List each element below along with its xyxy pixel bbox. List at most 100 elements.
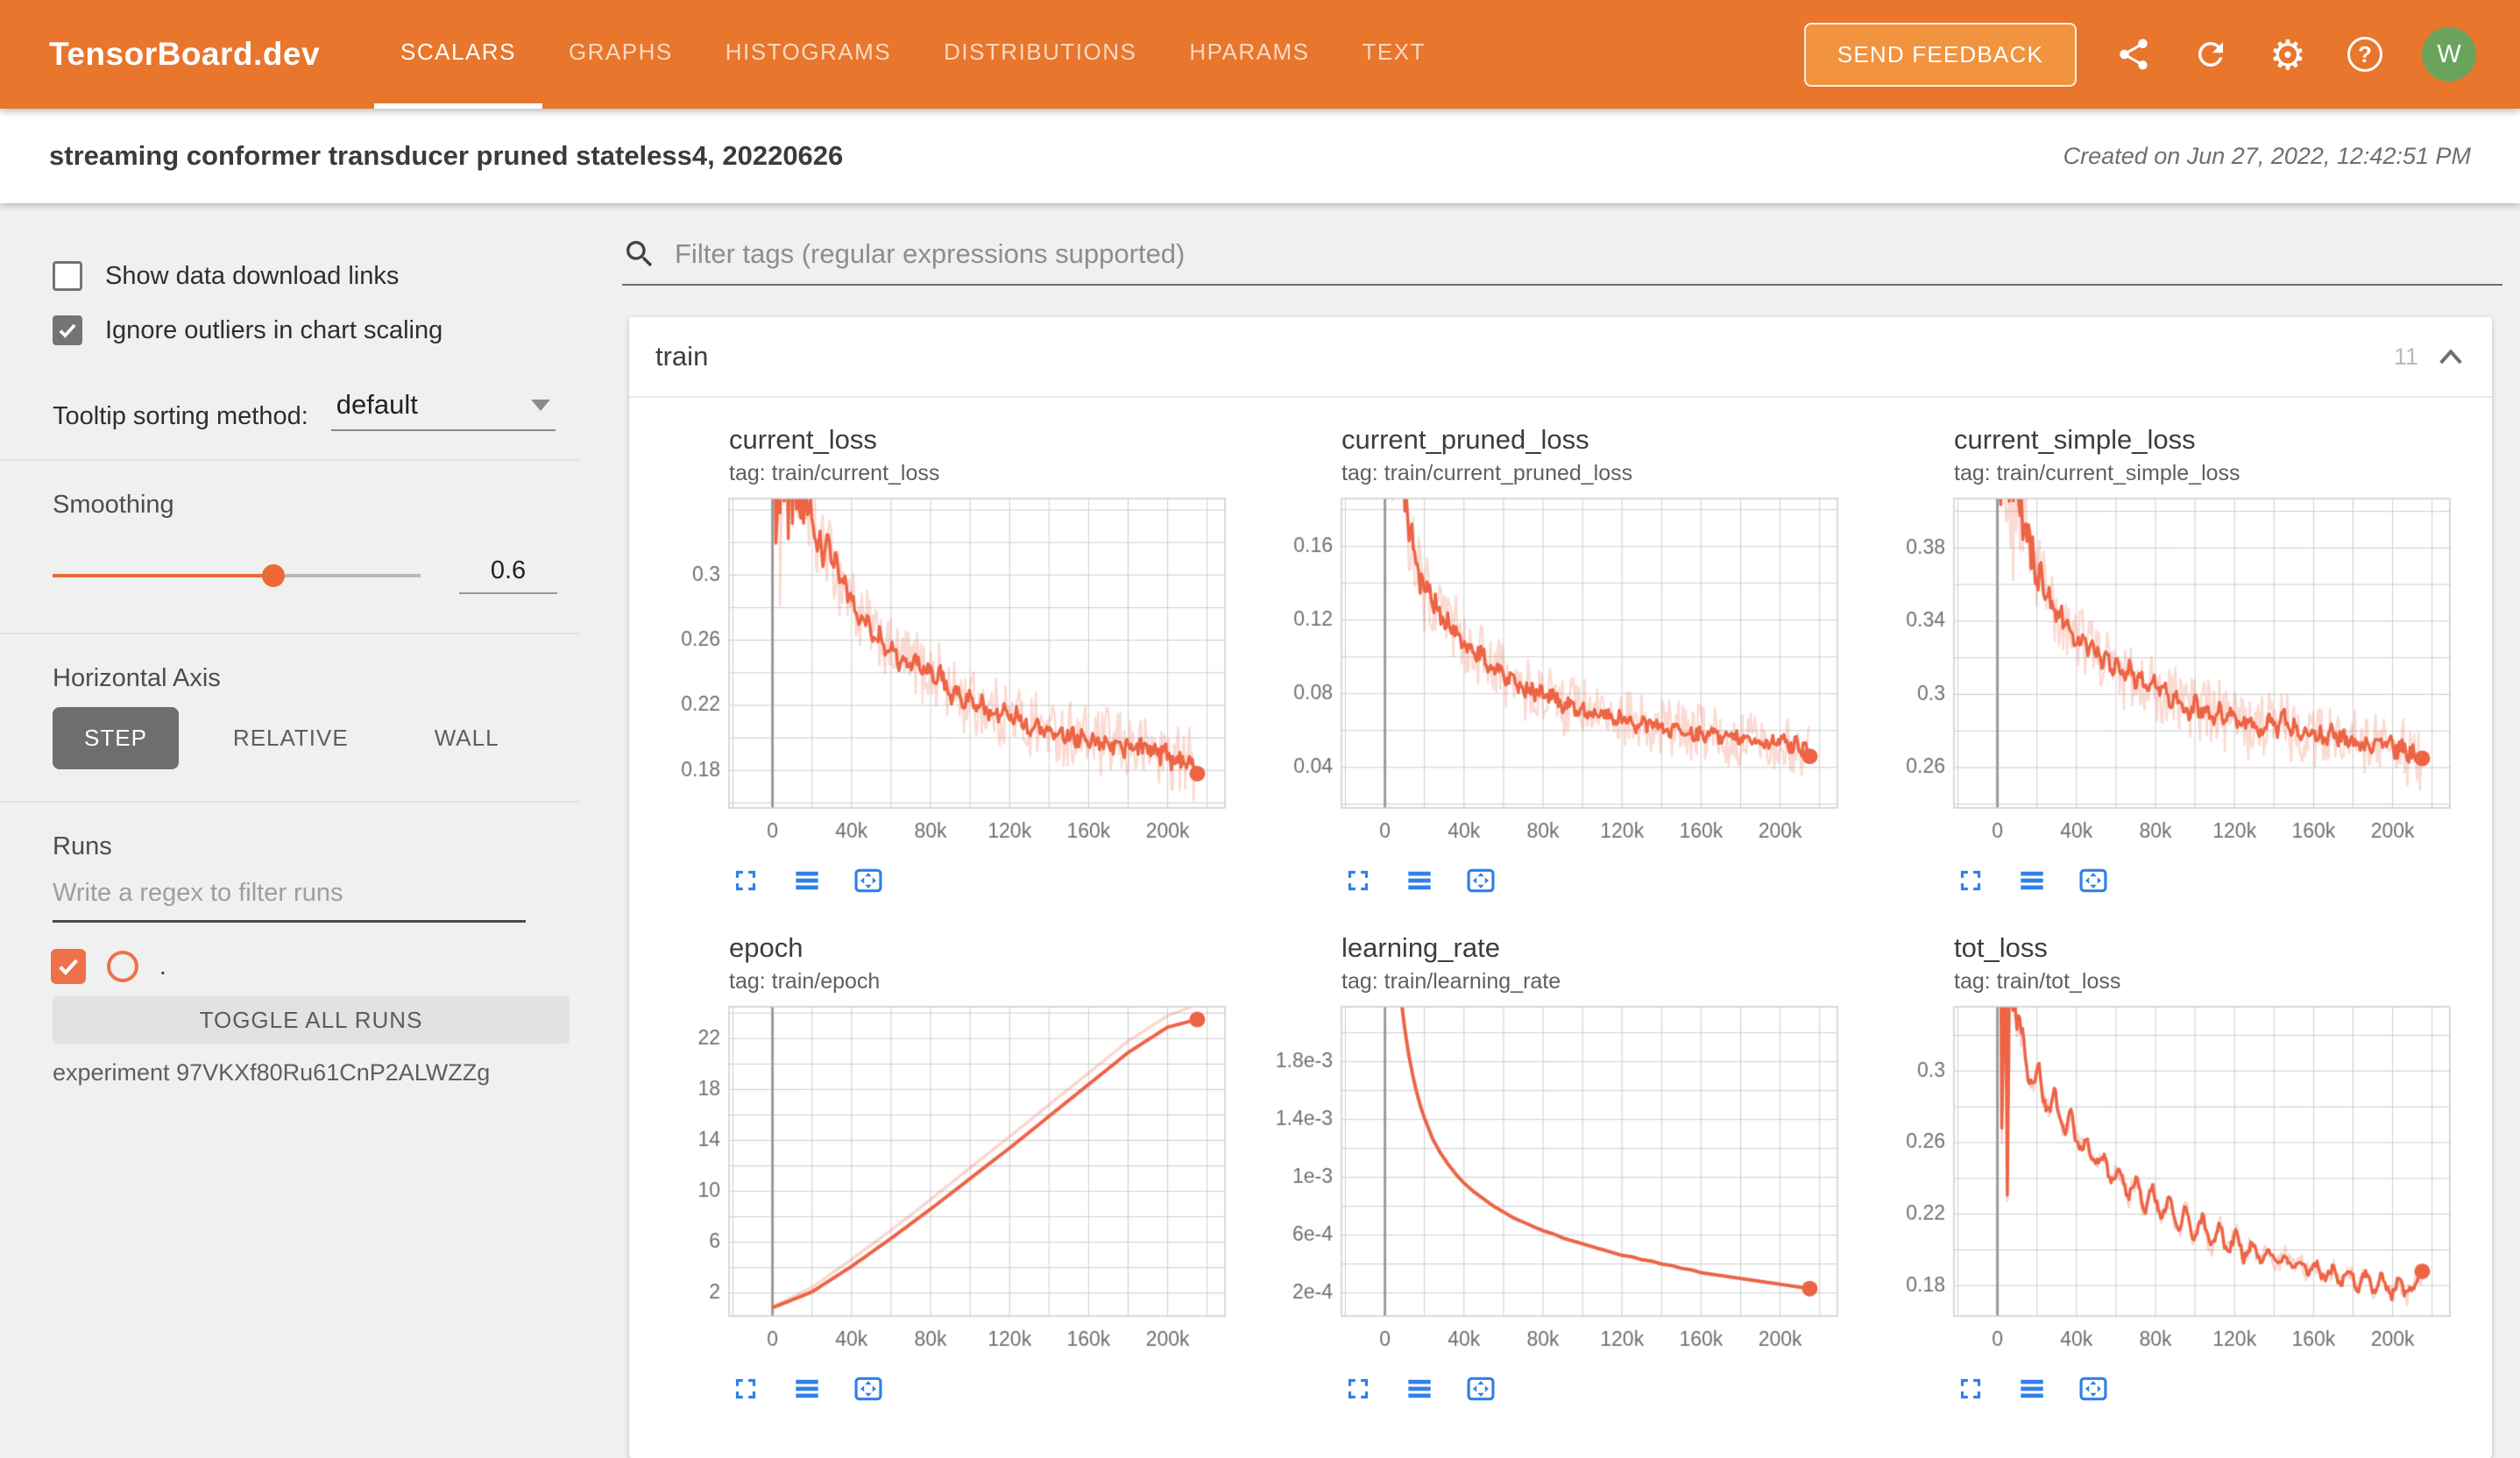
chart-tag: tag: train/current_pruned_loss (1341, 461, 1850, 486)
expand-chart-icon[interactable] (1341, 1372, 1375, 1405)
chart-plot[interactable] (659, 493, 1237, 848)
three-lines-icon[interactable] (790, 1372, 824, 1405)
fit-domain-icon[interactable] (2077, 1372, 2110, 1405)
three-lines-icon[interactable] (2015, 864, 2049, 897)
chart-plot[interactable] (659, 1001, 1237, 1356)
sidebar-divider (0, 459, 578, 461)
fit-domain-icon[interactable] (852, 864, 885, 897)
fit-domain-icon[interactable] (852, 1372, 885, 1405)
slider-thumb[interactable] (262, 564, 285, 587)
chevron-up-icon[interactable] (2436, 345, 2466, 368)
created-timestamp: Created on Jun 27, 2022, 12:42:51 PM (2063, 143, 2471, 170)
run-color-swatch[interactable] (107, 951, 138, 982)
settings-icon[interactable]: ⚙ (2268, 34, 2308, 74)
expand-chart-icon[interactable] (1954, 1372, 1987, 1405)
fit-domain-icon[interactable] (2077, 864, 2110, 897)
chart-tag: tag: train/tot_loss (1954, 969, 2462, 994)
horizontal-axis-label: Horizontal Axis (53, 664, 578, 693)
tooltip-sorting-value: default (336, 389, 418, 421)
axis-wall-button[interactable]: WALL (403, 707, 531, 769)
card-count: 11 (2394, 343, 2418, 371)
checkbox-unchecked-icon (53, 261, 82, 291)
chart-current_pruned_loss: current_pruned_loss tag: train/current_p… (1271, 424, 1850, 897)
horizontal-axis-buttons: STEP RELATIVE WALL (53, 707, 578, 769)
three-lines-icon[interactable] (2015, 1372, 2049, 1405)
smoothing-row: 0.6 (53, 556, 578, 594)
chart-toolbar (1341, 1372, 1850, 1405)
nav-tabs: SCALARS GRAPHS HISTOGRAMS DISTRIBUTIONS … (374, 0, 1452, 109)
ignore-outliers-checkbox[interactable]: Ignore outliers in chart scaling (53, 310, 578, 350)
chart-title: epoch (729, 932, 1237, 964)
tab-text[interactable]: TEXT (1336, 0, 1452, 109)
sidebar-divider (0, 801, 578, 803)
smoothing-value-input[interactable]: 0.6 (459, 556, 557, 594)
run-checkbox[interactable] (51, 949, 86, 984)
toggle-all-runs-button[interactable]: TOGGLE ALL RUNS (53, 996, 570, 1044)
tab-hparams[interactable]: HPARAMS (1163, 0, 1335, 109)
help-icon[interactable]: ? (2345, 34, 2385, 74)
tag-filter-input[interactable] (673, 237, 2502, 271)
checkbox-checked-icon (53, 315, 82, 345)
chart-epoch: epoch tag: train/epoch (659, 932, 1237, 1405)
app-header: TensorBoard.dev SCALARS GRAPHS HISTOGRAM… (0, 0, 2520, 109)
expand-chart-icon[interactable] (729, 1372, 762, 1405)
checkbox-label: Ignore outliers in chart scaling (105, 316, 442, 345)
main-content: train 11 current_loss tag: train/current… (578, 203, 2520, 1379)
smoothing-slider[interactable] (53, 564, 421, 587)
chart-plot[interactable] (1884, 493, 2462, 848)
chart-tag: tag: train/learning_rate (1341, 969, 1850, 994)
expand-chart-icon[interactable] (729, 864, 762, 897)
three-lines-icon[interactable] (1403, 1372, 1436, 1405)
tab-graphs[interactable]: GRAPHS (542, 0, 699, 109)
refresh-icon[interactable] (2191, 34, 2231, 74)
chart-plot[interactable] (1884, 1001, 2462, 1356)
charts-grid: current_loss tag: train/current_loss cur… (629, 398, 2492, 1458)
runs-filter-input[interactable] (53, 879, 526, 923)
axis-relative-button[interactable]: RELATIVE (202, 707, 380, 769)
fit-domain-icon[interactable] (1464, 1372, 1497, 1405)
tooltip-sorting-select[interactable]: default (331, 389, 556, 431)
nav-actions: SEND FEEDBACK ⚙ ? W (1804, 23, 2476, 87)
chart-learning_rate: learning_rate tag: train/learning_rate (1271, 932, 1850, 1405)
chart-tag: tag: train/epoch (729, 969, 1237, 994)
app-logo[interactable]: TensorBoard.dev (49, 36, 320, 73)
tab-histograms[interactable]: HISTOGRAMS (699, 0, 917, 109)
chart-tag: tag: train/current_simple_loss (1954, 461, 2462, 486)
tooltip-sorting-row: Tooltip sorting method: default (53, 389, 578, 431)
train-card: train 11 current_loss tag: train/current… (629, 317, 2492, 1458)
tab-scalars[interactable]: SCALARS (374, 0, 542, 109)
runs-label: Runs (53, 832, 578, 861)
three-lines-icon[interactable] (1403, 864, 1436, 897)
checkbox-label: Show data download links (105, 262, 399, 291)
chart-plot[interactable] (1271, 493, 1850, 848)
send-feedback-button[interactable]: SEND FEEDBACK (1804, 23, 2077, 87)
fit-domain-icon[interactable] (1464, 864, 1497, 897)
chart-title: current_simple_loss (1954, 424, 2462, 456)
tooltip-sorting-label: Tooltip sorting method: (53, 402, 308, 431)
sidebar-divider (0, 633, 578, 634)
page-title: streaming conformer transducer pruned st… (49, 140, 843, 172)
dropdown-arrow-icon (531, 400, 550, 411)
chart-title: learning_rate (1341, 932, 1850, 964)
search-icon (622, 237, 657, 272)
run-row: . (51, 949, 578, 984)
chart-plot[interactable] (1271, 1001, 1850, 1356)
avatar[interactable]: W (2422, 27, 2476, 81)
expand-chart-icon[interactable] (1341, 864, 1375, 897)
chart-toolbar (1341, 864, 1850, 897)
chart-title: tot_loss (1954, 932, 2462, 964)
expand-chart-icon[interactable] (1954, 864, 1987, 897)
chart-current_loss: current_loss tag: train/current_loss (659, 424, 1237, 897)
chart-tot_loss: tot_loss tag: train/tot_loss (1884, 932, 2462, 1405)
tag-filter (622, 237, 2502, 286)
three-lines-icon[interactable] (790, 864, 824, 897)
tab-distributions[interactable]: DISTRIBUTIONS (917, 0, 1163, 109)
chart-toolbar (1954, 864, 2462, 897)
sidebar: Show data download links Ignore outliers… (0, 203, 578, 1379)
train-card-header[interactable]: train 11 (629, 317, 2492, 396)
chart-toolbar (1954, 1372, 2462, 1405)
show-download-links-checkbox[interactable]: Show data download links (53, 256, 578, 296)
axis-step-button[interactable]: STEP (53, 707, 179, 769)
share-icon[interactable] (2113, 34, 2154, 74)
chart-toolbar (729, 1372, 1237, 1405)
